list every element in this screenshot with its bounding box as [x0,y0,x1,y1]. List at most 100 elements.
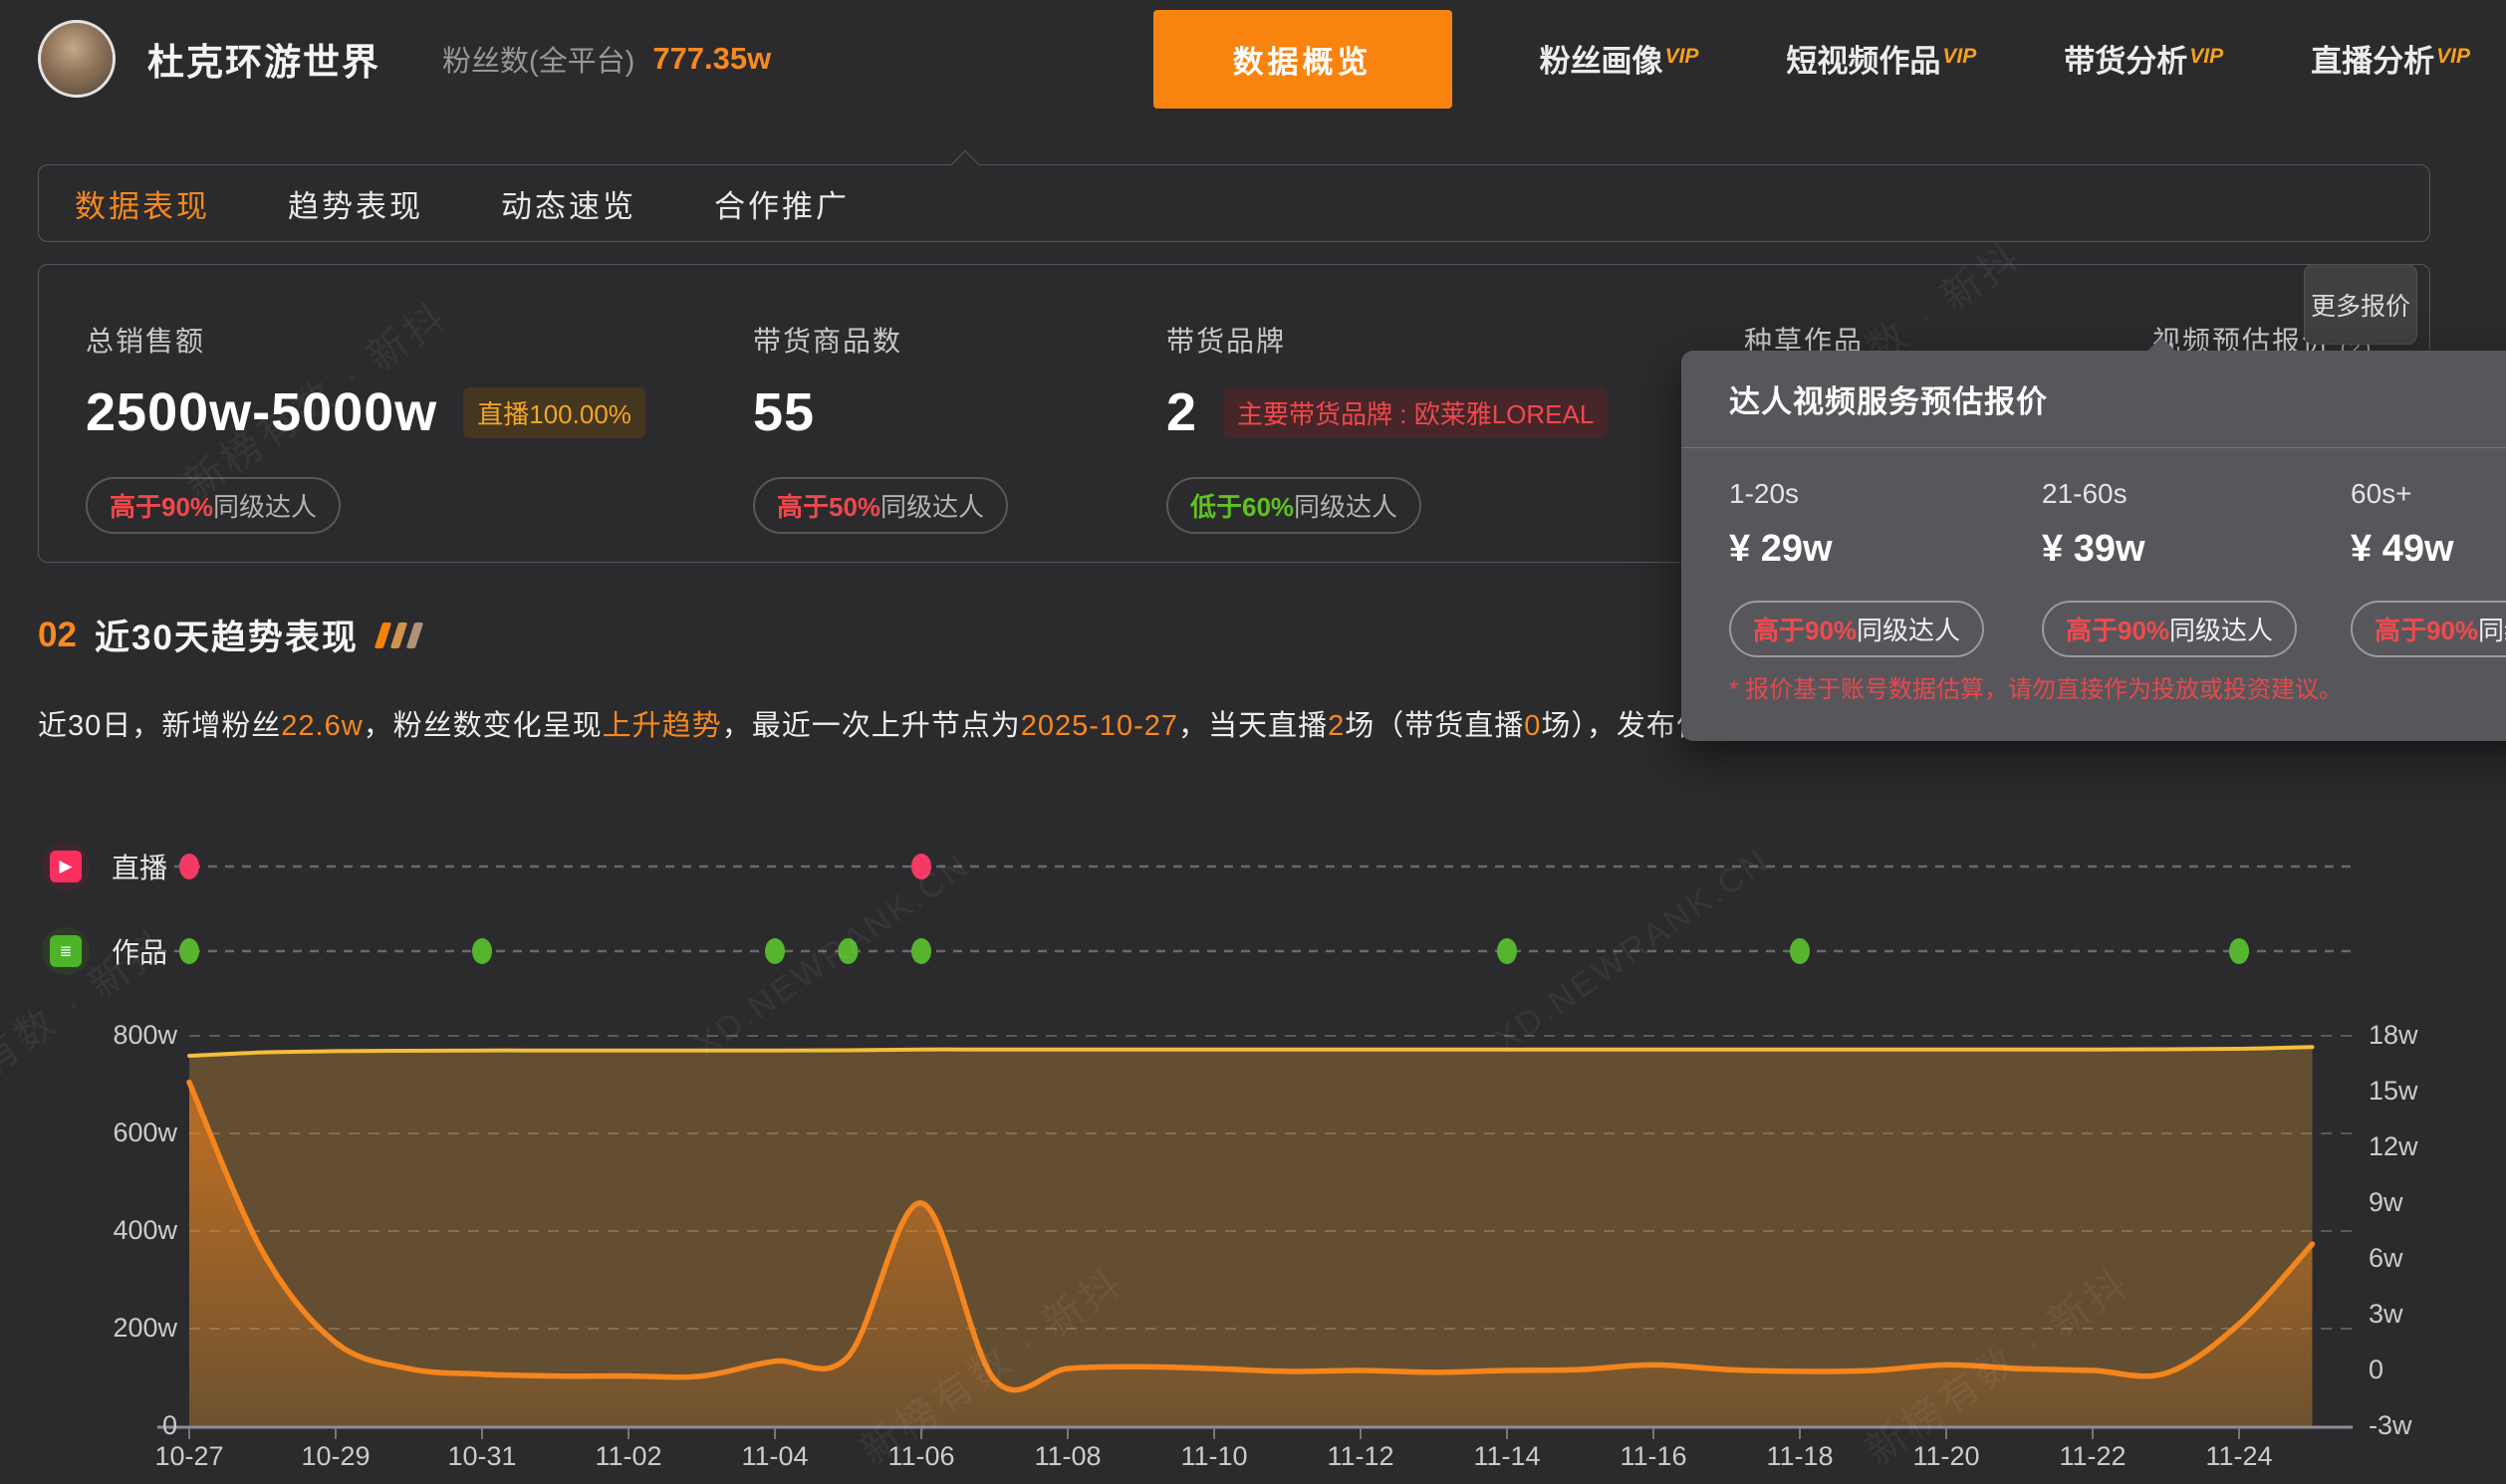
live-icon: ▶ [42,843,90,890]
right-axis-tick: 0 [2369,1355,2383,1385]
vip-badge: VIP [1665,45,1699,68]
x-axis-tick: 11-04 [705,1441,845,1472]
plain-text: ，粉丝数变化呈现 [364,710,603,742]
more-quotes-button[interactable]: 更多报价 [2304,264,2417,345]
stat-total-sales: 总销售额 2500w-5000w 直播100.00% 高于90%同级达人 [86,265,645,534]
stat-label: 总销售额 [86,320,645,360]
fans-label: 粉丝数(全平台) [442,38,634,80]
right-axis-tick: -3w [2369,1410,2412,1441]
event-dot [179,938,199,964]
stat-label: 带货品牌 [1166,320,1608,360]
rank-pill: 高于90%同级达人 [1729,601,1984,657]
legend-label-live: 直播 [112,847,167,886]
x-axis-tick: 11-10 [1144,1441,1284,1472]
stat-seeding-works: 种草作品 [1744,265,1864,360]
tab-cooperation[interactable]: 合作推广 [708,181,856,226]
top-nav: 数据概览 粉丝画像VIP 短视频作品VIP 带货分析VIP 直播分析VIP [1153,0,2470,117]
highlight-text: 2025-10-27 [1021,710,1178,742]
vip-badge: VIP [1942,45,1976,68]
right-axis-tick: 18w [2369,1020,2418,1051]
triple-bars-icon [378,622,426,648]
event-dot [911,938,931,964]
section-02-header: 02 近30天趋势表现 [38,610,426,660]
plain-text: ，最近一次上升节点为 [722,710,1021,742]
event-dot [472,938,492,964]
highlight-text: 上升趋势 [603,710,722,742]
x-axis-tick: 11-12 [1291,1441,1430,1472]
left-axis-tick: 200w [58,1313,177,1344]
x-axis-tick: 10-27 [120,1441,259,1472]
plain-text: 近30日，新增粉丝 [38,710,281,742]
right-axis-tick: 3w [2369,1299,2403,1330]
highlight-text: 0 [1524,710,1541,742]
event-dot [2229,938,2249,964]
x-axis-tick: 11-06 [852,1441,991,1472]
quote-col-mid: 21-60s ¥ 39w 高于90%同级达人 [2042,478,2341,657]
rank-pill: 低于60%同级达人 [1166,477,1421,534]
main-brand-badge: 主要带货品牌 : 欧莱雅LOREAL [1223,387,1608,438]
stat-value: 2500w-5000w [86,381,437,443]
quote-col-short: 1-20s ¥ 29w 高于90%同级达人 [1729,478,2028,657]
x-axis-tick: 11-24 [2169,1441,2309,1472]
rank-pill: 高于50%同级达人 [753,477,1008,534]
legend-row-live: ▶ 直播 [42,841,167,892]
avatar[interactable] [38,20,116,98]
nav-short-video[interactable]: 短视频作品VIP [1786,36,1976,81]
plain-text: ，当天直播 [1178,710,1328,742]
works-icon: ≣ [42,927,90,975]
trend-chart-svg [0,827,2506,1484]
popup-disclaimer: * 报价基于账号数据估算，请勿直接作为投放或投资建议。 [1729,669,2506,704]
rank-pill: 高于90%同级达人 [2042,601,2297,657]
nav-data-overview[interactable]: 数据概览 [1153,10,1452,109]
x-axis-tick: 11-08 [998,1441,1137,1472]
right-axis-tick: 12w [2369,1131,2418,1162]
legend-row-works: ≣ 作品 [42,925,167,977]
x-axis-tick: 11-22 [2023,1441,2162,1472]
left-axis-tick: 600w [58,1117,177,1148]
event-dot [765,938,785,964]
sub-tab-bar: 数据表现 趋势表现 动态速览 合作推广 [38,164,2430,242]
stat-value: 2 [1166,381,1197,443]
nav-live-analysis[interactable]: 直播分析VIP [2311,36,2470,81]
vip-badge: VIP [2436,45,2470,68]
left-axis-tick: 800w [58,1020,177,1051]
highlight-text: 22.6w [281,710,363,742]
nav-fans-portrait[interactable]: 粉丝画像VIP [1540,36,1699,81]
stat-value: 55 [753,381,815,443]
rank-pill: 高于90%同级达人 [2351,601,2506,657]
account-name: 杜克环游世界 [147,32,380,86]
live-share-badge: 直播100.00% [463,387,645,438]
header-bar: 杜克环游世界 粉丝数(全平台) 777.35w 数据概览 粉丝画像VIP 短视频… [0,0,2506,117]
right-axis-tick: 6w [2369,1243,2403,1274]
stat-label: 带货商品数 [753,320,1008,360]
stat-brand-count: 带货品牌 2 主要带货品牌 : 欧莱雅LOREAL 低于60%同级达人 [1166,265,1608,534]
x-axis-tick: 11-14 [1437,1441,1577,1472]
nav-commerce-analysis[interactable]: 带货分析VIP [2064,36,2223,81]
highlight-text: 2 [1328,710,1345,742]
popup-title: 达人视频服务预估报价 [1729,376,2506,421]
plain-text: 场（带货直播 [1345,710,1524,742]
right-axis-tick: 9w [2369,1187,2403,1218]
tab-dynamic-overview[interactable]: 动态速览 [495,181,642,226]
trend-chart: ▶ 直播 ≣ 作品 10-2710-2910-3111-0211-0411-06… [0,827,2506,1484]
popup-columns: 1-20s ¥ 29w 高于90%同级达人 21-60s ¥ 39w 高于90%… [1729,448,2506,667]
section-title: 近30天趋势表现 [95,610,359,660]
event-dot [179,854,199,879]
section-number: 02 [38,616,77,655]
video-quote-popup: 达人视频服务预估报价 1-20s ¥ 29w 高于90%同级达人 21-60s … [1681,351,2506,741]
fans-value: 777.35w [652,41,771,77]
event-dot [1790,938,1810,964]
x-axis-tick: 11-16 [1584,1441,1723,1472]
right-axis-tick: 15w [2369,1076,2418,1107]
rank-pill: 高于90%同级达人 [86,477,341,534]
x-axis-tick: 11-02 [559,1441,698,1472]
x-axis-tick: 10-31 [412,1441,552,1472]
tab-data-performance[interactable]: 数据表现 [69,181,216,226]
x-axis-tick: 10-29 [266,1441,405,1472]
trend-summary-text: 近30日，新增粉丝22.6w，粉丝数变化呈现上升趋势，最近一次上升节点为2025… [38,702,1783,744]
x-axis-tick: 11-20 [1877,1441,2016,1472]
analytics-dashboard: 杜克环游世界 粉丝数(全平台) 777.35w 数据概览 粉丝画像VIP 短视频… [0,0,2506,1484]
x-axis-tick: 11-18 [1730,1441,1870,1472]
left-axis-tick: 0 [58,1410,177,1441]
tab-trend-performance[interactable]: 趋势表现 [282,181,429,226]
